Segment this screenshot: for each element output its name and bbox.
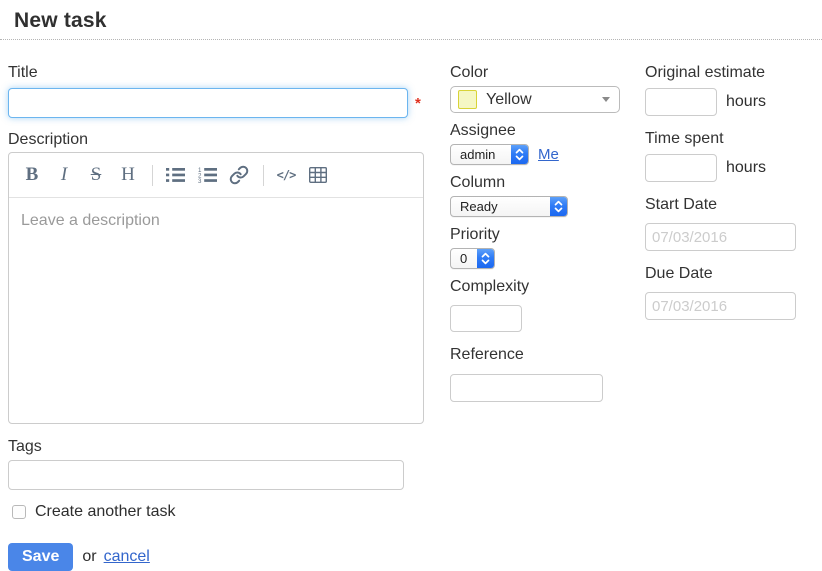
title-input[interactable] [8,88,408,118]
heading-icon[interactable]: H [118,163,138,187]
title-label: Title [8,64,426,82]
color-select[interactable]: Yellow [450,86,620,113]
italic-icon[interactable]: I [54,163,74,187]
color-swatch [458,90,477,109]
priority-select[interactable]: 0 [450,248,495,269]
time-spent-label: Time spent [645,130,815,148]
original-estimate-label: Original estimate [645,64,815,82]
form-right-column: Original estimate hours Time spent hours… [645,64,815,320]
due-date-input[interactable] [645,292,796,320]
title-row: * [8,88,426,118]
original-estimate-input[interactable] [645,88,717,116]
select-stepper-icon [550,196,567,217]
create-another-checkbox[interactable] [12,505,26,519]
bold-icon[interactable]: B [22,163,42,187]
start-date-input[interactable] [645,223,796,251]
assignee-select[interactable]: admin [450,144,529,165]
complexity-label: Complexity [450,278,630,296]
column-select-value: Ready [451,199,550,214]
editor-toolbar: B I S H 1 2 3 [9,153,423,198]
hours-suffix: hours [726,159,766,177]
column-label: Column [450,174,630,192]
priority-select-value: 0 [451,251,477,266]
assign-to-me-link[interactable]: Me [538,146,559,163]
create-another-label: Create another task [35,503,176,521]
save-button[interactable]: Save [8,543,73,571]
form-middle-column: Color Yellow Assignee admin Me Column Re… [450,64,630,402]
complexity-input[interactable] [450,305,522,332]
time-spent-row: hours [645,154,815,182]
cancel-link[interactable]: cancel [104,548,150,566]
form-left-column: Title * Description B I S H 1 2 3 [8,64,426,571]
priority-label: Priority [450,226,630,244]
link-icon[interactable] [229,163,249,187]
original-estimate-row: hours [645,88,815,116]
strikethrough-icon[interactable]: S [86,163,106,187]
svg-text:3: 3 [198,178,202,183]
hours-suffix: hours [726,93,766,111]
assignee-label: Assignee [450,122,630,140]
column-select[interactable]: Ready [450,196,568,217]
create-another-row: Create another task [8,503,426,521]
required-marker: * [415,95,421,112]
page-header: New task [0,0,822,40]
form-actions: Save or cancel [8,543,426,571]
table-icon[interactable] [308,163,328,187]
chevron-down-icon [602,97,610,102]
select-stepper-icon [511,144,528,165]
description-editor: B I S H 1 2 3 [8,152,424,424]
actions-separator-text: or [82,548,96,566]
assignee-select-value: admin [451,147,511,162]
color-select-value: Yellow [486,91,532,109]
time-spent-input[interactable] [645,154,717,182]
start-date-label: Start Date [645,196,815,214]
page-title: New task [14,9,822,33]
toolbar-divider [263,165,264,186]
reference-input[interactable] [450,374,603,402]
reference-label: Reference [450,346,630,364]
code-icon[interactable]: </> [276,163,296,187]
tags-label: Tags [8,438,426,456]
due-date-label: Due Date [645,265,815,283]
ordered-list-icon[interactable]: 1 2 3 [197,163,217,187]
description-label: Description [8,131,426,149]
color-label: Color [450,64,630,82]
tags-input[interactable] [8,460,404,490]
unordered-list-icon[interactable] [165,163,185,187]
select-stepper-icon [477,248,494,269]
description-input[interactable]: Leave a description [9,198,423,424]
assignee-row: admin Me [450,144,630,165]
toolbar-divider [152,165,153,186]
